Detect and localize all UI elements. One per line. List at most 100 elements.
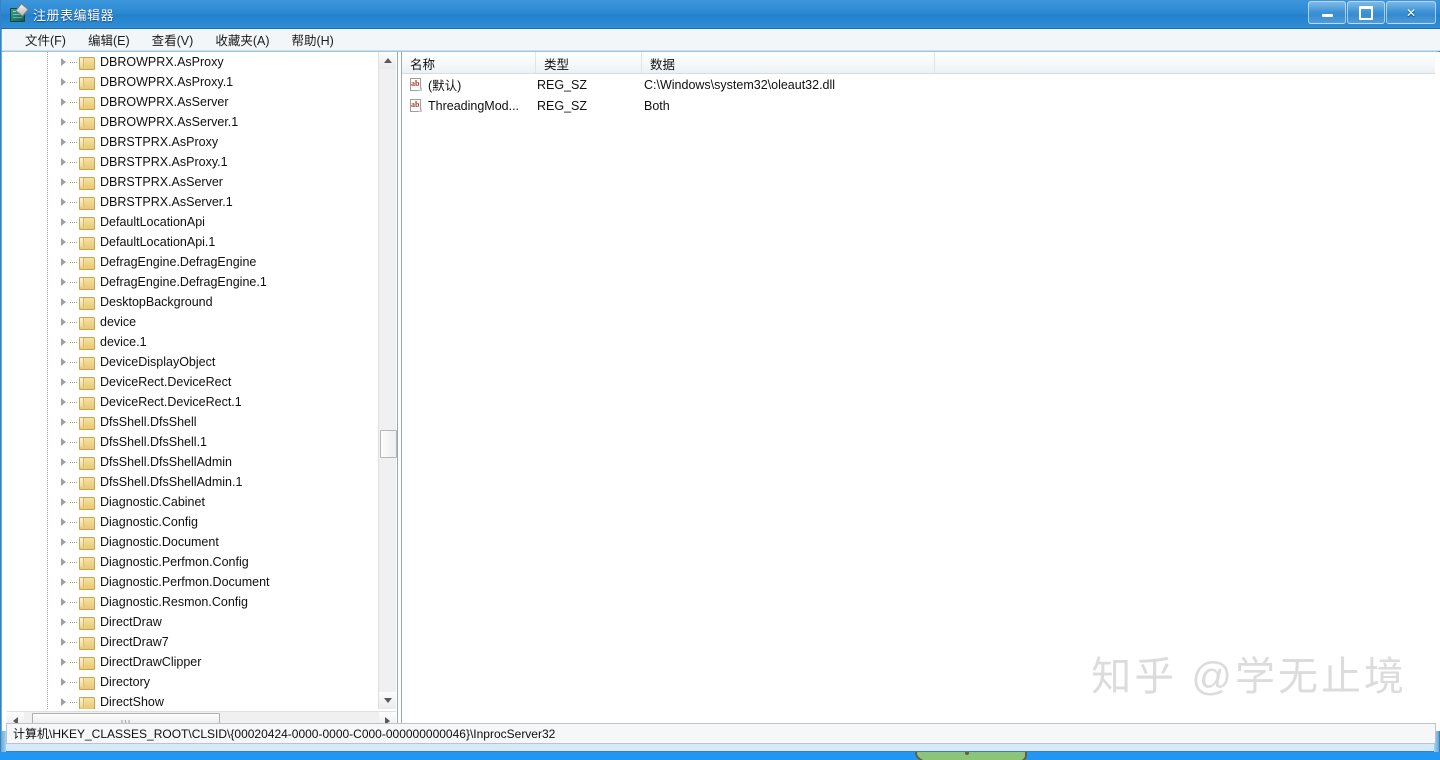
expand-triangle-icon[interactable] bbox=[61, 398, 66, 406]
value-name-cell: ab (默认) bbox=[402, 75, 536, 94]
title-bar[interactable]: 注册表编辑器 ✕ bbox=[1, 0, 1440, 29]
tree-item[interactable]: DirectDraw7 bbox=[7, 632, 379, 652]
expand-triangle-icon[interactable] bbox=[61, 158, 66, 166]
expand-triangle-icon[interactable] bbox=[61, 358, 66, 366]
expand-triangle-icon[interactable] bbox=[61, 618, 66, 626]
minimize-button[interactable] bbox=[1308, 1, 1346, 24]
tree-connector-dots bbox=[70, 581, 78, 583]
tree-item[interactable]: DefaultLocationApi bbox=[7, 212, 379, 232]
tree-item[interactable]: Diagnostic.Resmon.Config bbox=[7, 592, 379, 612]
tree-item[interactable]: DBRSTPRX.AsServer.1 bbox=[7, 192, 379, 212]
tree-item-label: DefaultLocationApi.1 bbox=[100, 235, 216, 249]
tree-connector-dots bbox=[70, 161, 78, 163]
close-button[interactable]: ✕ bbox=[1386, 1, 1436, 24]
tree-connector-dots bbox=[70, 101, 78, 103]
tree-connector-dots bbox=[70, 361, 78, 363]
expand-triangle-icon[interactable] bbox=[61, 218, 66, 226]
column-header-type[interactable]: 类型 bbox=[536, 52, 642, 73]
expand-triangle-icon[interactable] bbox=[61, 258, 66, 266]
tree-vertical-scrollbar[interactable] bbox=[378, 52, 397, 709]
tree-item[interactable]: DirectDrawClipper bbox=[7, 652, 379, 672]
tree-connector-dots bbox=[70, 481, 78, 483]
tree-item-label: DesktopBackground bbox=[100, 295, 213, 309]
expand-triangle-icon[interactable] bbox=[61, 638, 66, 646]
folder-icon bbox=[79, 416, 95, 430]
list-row[interactable]: ab (默认) REG_SZ C:\Windows\system32\oleaut32… bbox=[402, 74, 1435, 95]
tree-item[interactable]: DeviceRect.DeviceRect bbox=[7, 372, 379, 392]
expand-triangle-icon[interactable] bbox=[61, 318, 66, 326]
tree-item[interactable]: DBRSTPRX.AsServer bbox=[7, 172, 379, 192]
menu-item-view[interactable]: 查看(V) bbox=[141, 28, 205, 52]
expand-triangle-icon[interactable] bbox=[61, 698, 66, 706]
tree-item[interactable]: DfsShell.DfsShell bbox=[7, 412, 379, 432]
expand-triangle-icon[interactable] bbox=[61, 298, 66, 306]
tree-item[interactable]: DefragEngine.DefragEngine bbox=[7, 252, 379, 272]
scroll-down-button[interactable] bbox=[379, 692, 396, 709]
tree-item[interactable]: Diagnostic.Perfmon.Document bbox=[7, 572, 379, 592]
expand-triangle-icon[interactable] bbox=[61, 98, 66, 106]
tree-item[interactable]: device.1 bbox=[7, 332, 379, 352]
expand-triangle-icon[interactable] bbox=[61, 338, 66, 346]
tree-item[interactable]: DeviceDisplayObject bbox=[7, 352, 379, 372]
tree-item[interactable]: DeviceRect.DeviceRect.1 bbox=[7, 392, 379, 412]
expand-triangle-icon[interactable] bbox=[61, 438, 66, 446]
expand-triangle-icon[interactable] bbox=[61, 498, 66, 506]
expand-triangle-icon[interactable] bbox=[61, 538, 66, 546]
tree-item[interactable]: DfsShell.DfsShellAdmin bbox=[7, 452, 379, 472]
expand-triangle-icon[interactable] bbox=[61, 598, 66, 606]
tree-connector-dots bbox=[70, 81, 78, 83]
tree-item[interactable]: DesktopBackground bbox=[7, 292, 379, 312]
vertical-scrollbar-thumb[interactable] bbox=[380, 430, 397, 458]
scroll-up-button[interactable] bbox=[379, 52, 396, 69]
tree-item[interactable]: DBROWPRX.AsServer bbox=[7, 92, 379, 112]
column-header-data[interactable]: 数据 bbox=[642, 52, 935, 73]
expand-triangle-icon[interactable] bbox=[61, 198, 66, 206]
tree-item[interactable]: DBROWPRX.AsProxy.1 bbox=[7, 72, 379, 92]
tree-item[interactable]: Diagnostic.Config bbox=[7, 512, 379, 532]
expand-triangle-icon[interactable] bbox=[61, 518, 66, 526]
expand-triangle-icon[interactable] bbox=[61, 418, 66, 426]
column-header-extra[interactable] bbox=[935, 52, 1435, 73]
menu-item-edit[interactable]: 编辑(E) bbox=[77, 28, 141, 52]
menu-item-file[interactable]: 文件(F) bbox=[14, 28, 77, 52]
expand-triangle-icon[interactable] bbox=[61, 678, 66, 686]
expand-triangle-icon[interactable] bbox=[61, 238, 66, 246]
expand-triangle-icon[interactable] bbox=[61, 278, 66, 286]
expand-triangle-icon[interactable] bbox=[61, 378, 66, 386]
tree-item[interactable]: Diagnostic.Cabinet bbox=[7, 492, 379, 512]
expand-triangle-icon[interactable] bbox=[61, 578, 66, 586]
folder-icon bbox=[79, 496, 95, 510]
tree-item[interactable]: DBRSTPRX.AsProxy bbox=[7, 132, 379, 152]
tree-item[interactable]: Directory bbox=[7, 672, 379, 692]
folder-icon bbox=[79, 456, 95, 470]
tree-item[interactable]: DfsShell.DfsShell.1 bbox=[7, 432, 379, 452]
tree-item[interactable]: Diagnostic.Perfmon.Config bbox=[7, 552, 379, 572]
tree-item[interactable]: DefragEngine.DefragEngine.1 bbox=[7, 272, 379, 292]
menu-item-help[interactable]: 帮助(H) bbox=[280, 28, 344, 52]
tree-item[interactable]: device bbox=[7, 312, 379, 332]
tree-item-label: DBROWPRX.AsProxy.1 bbox=[100, 75, 234, 89]
expand-triangle-icon[interactable] bbox=[61, 118, 66, 126]
tree-item[interactable]: DBRSTPRX.AsProxy.1 bbox=[7, 152, 379, 172]
list-row[interactable]: ab ThreadingMod... REG_SZ Both bbox=[402, 95, 1435, 116]
expand-triangle-icon[interactable] bbox=[61, 558, 66, 566]
expand-triangle-icon[interactable] bbox=[61, 658, 66, 666]
menu-item-favorites[interactable]: 收藏夹(A) bbox=[204, 28, 280, 52]
tree-item[interactable]: DirectDraw bbox=[7, 612, 379, 632]
tree-item[interactable]: DefaultLocationApi.1 bbox=[7, 232, 379, 252]
tree-item[interactable]: DfsShell.DfsShellAdmin.1 bbox=[7, 472, 379, 492]
tree-item[interactable]: DBROWPRX.AsProxy bbox=[7, 52, 379, 72]
column-header-name[interactable]: 名称 bbox=[402, 52, 536, 73]
folder-icon bbox=[79, 356, 95, 370]
expand-triangle-icon[interactable] bbox=[61, 458, 66, 466]
tree-item[interactable]: Diagnostic.Document bbox=[7, 532, 379, 552]
tree-item[interactable]: DirectShow bbox=[7, 692, 379, 709]
expand-triangle-icon[interactable] bbox=[61, 178, 66, 186]
expand-triangle-icon[interactable] bbox=[61, 78, 66, 86]
tree-item-label: DirectDraw7 bbox=[100, 635, 169, 649]
expand-triangle-icon[interactable] bbox=[61, 478, 66, 486]
expand-triangle-icon[interactable] bbox=[61, 138, 66, 146]
tree-item[interactable]: DBROWPRX.AsServer.1 bbox=[7, 112, 379, 132]
expand-triangle-icon[interactable] bbox=[61, 58, 66, 66]
maximize-button[interactable] bbox=[1347, 1, 1385, 24]
